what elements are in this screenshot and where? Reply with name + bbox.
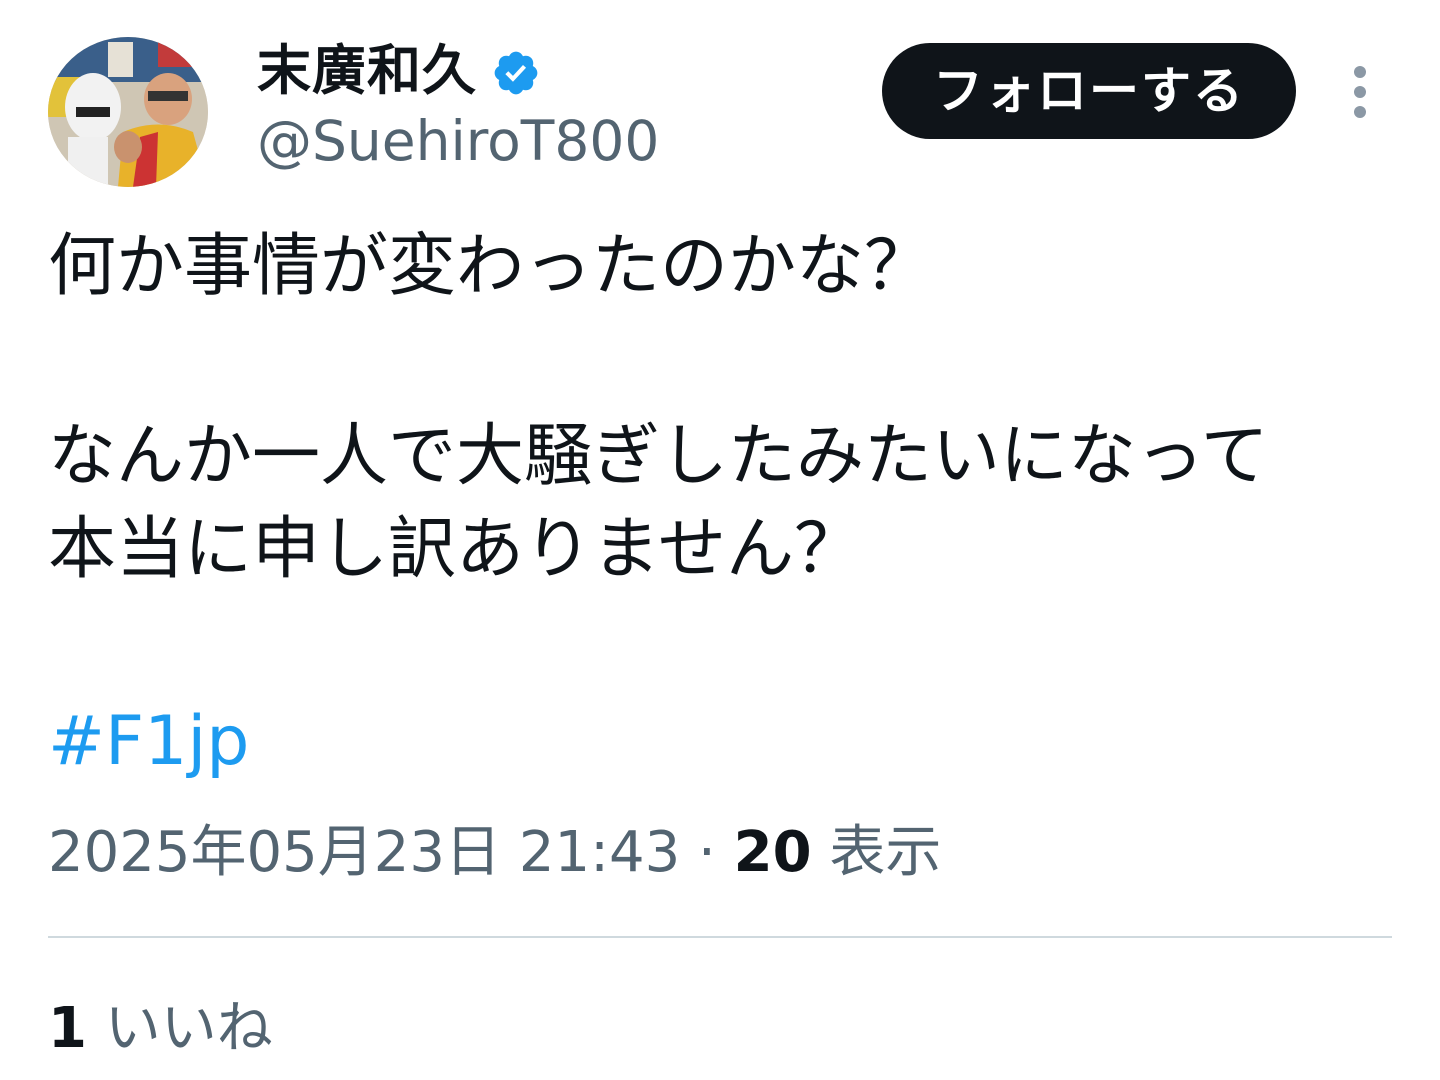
tweet-text-line: 何か事情が変わったのかな？	[48, 227, 933, 306]
more-vertical-icon[interactable]	[1340, 62, 1380, 122]
avatar[interactable]	[48, 37, 208, 187]
views-count: 20	[733, 820, 812, 885]
hashtag-link[interactable]: #F1jp	[48, 700, 249, 784]
display-name[interactable]: 末廣和久	[257, 38, 477, 104]
follow-button[interactable]: フォローする	[882, 43, 1296, 139]
verified-badge-icon	[494, 51, 538, 95]
views-label: 表示	[829, 820, 942, 885]
likes-count: 1	[48, 996, 87, 1061]
user-name-row: 末廣和久	[257, 38, 541, 104]
meta-separator: ·	[698, 820, 716, 885]
likes-label: いいね	[104, 996, 273, 1061]
likes-link[interactable]: 1 いいね	[48, 994, 273, 1064]
user-handle[interactable]: @SuehiroT800	[257, 108, 659, 174]
tweet-meta: 2025年05月23日 21:43 · 20 表示	[48, 818, 941, 888]
tweet-text-line: 本当に申し訳ありません？	[48, 510, 862, 589]
divider	[48, 936, 1392, 938]
tweet-text-line: なんか一人で大騒ぎしたみたいになって	[48, 417, 1269, 496]
timestamp-link[interactable]: 2025年05月23日 21:43	[48, 820, 680, 885]
